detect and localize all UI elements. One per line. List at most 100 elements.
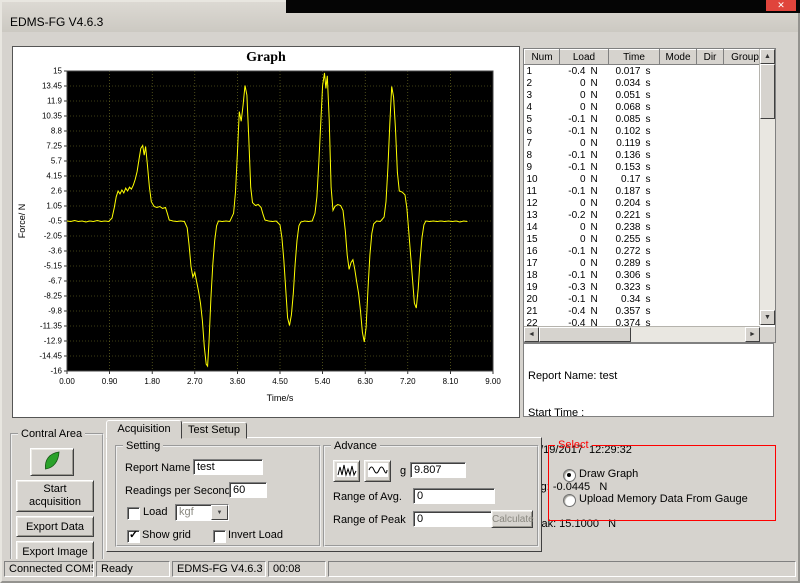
table-cell <box>697 137 724 149</box>
summary-start-time-label: Start Time : <box>528 407 769 420</box>
table-cell <box>660 281 697 293</box>
svg-text:3.60: 3.60 <box>230 377 246 386</box>
report-name-input[interactable] <box>193 459 263 475</box>
table-cell: 0.136s <box>609 149 660 161</box>
table-row[interactable]: 19-0.3N0.323s <box>525 281 767 293</box>
tab-test-setup[interactable]: Test Setup <box>181 422 247 439</box>
scroll-right-icon[interactable]: ► <box>745 327 760 342</box>
table-row[interactable]: 140N0.238s <box>525 221 767 233</box>
table-row[interactable]: 150N0.255s <box>525 233 767 245</box>
gauge-connect-button[interactable] <box>30 448 74 476</box>
peak-mode-button[interactable] <box>333 460 360 482</box>
table-cell: 19 <box>525 281 560 293</box>
table-cell <box>697 185 724 197</box>
statusbar: Connected COM5 Ready EDMS-FG V4.6.3 00:0… <box>2 559 798 579</box>
status-app: EDMS-FG V4.6.3 <box>172 561 266 577</box>
readings-input[interactable] <box>229 482 267 498</box>
table-cell: 0N <box>560 221 609 233</box>
vertical-scroll-thumb[interactable] <box>760 64 775 119</box>
invert-load-checkbox[interactable] <box>213 530 226 543</box>
table-row[interactable]: 8-0.1N0.136s <box>525 149 767 161</box>
start-acquisition-button[interactable]: Start acquisition <box>16 480 94 512</box>
table-cell: 12 <box>525 197 560 209</box>
data-table: NumLoadTimeModeDirGroup 1-0.4N0.017s20N0… <box>524 49 767 329</box>
table-row[interactable]: 1-0.4N0.017s <box>525 65 767 78</box>
table-row[interactable]: 16-0.1N0.272s <box>525 245 767 257</box>
upload-memory-radio[interactable] <box>563 494 576 507</box>
table-cell <box>697 173 724 185</box>
column-header-dir[interactable]: Dir <box>697 50 724 65</box>
column-header-time[interactable]: Time <box>609 50 660 65</box>
column-header-mode[interactable]: Mode <box>660 50 697 65</box>
scroll-down-icon[interactable]: ▼ <box>760 310 775 325</box>
table-cell: -0.4N <box>560 65 609 78</box>
range-avg-input[interactable] <box>413 488 495 504</box>
table-row[interactable]: 13-0.2N0.221s <box>525 209 767 221</box>
column-header-load[interactable]: Load <box>560 50 609 65</box>
horizontal-scrollbar[interactable]: ◄ ► <box>524 326 760 342</box>
table-row[interactable]: 5-0.1N0.085s <box>525 113 767 125</box>
table-row[interactable]: 30N0.051s <box>525 89 767 101</box>
table-cell: -0.1N <box>560 269 609 281</box>
load-checkbox[interactable] <box>127 507 140 520</box>
table-row[interactable]: 70N0.119s <box>525 137 767 149</box>
table-cell: -0.1N <box>560 293 609 305</box>
table-row[interactable]: 170N0.289s <box>525 257 767 269</box>
table-cell <box>697 221 724 233</box>
table-row[interactable]: 18-0.1N0.306s <box>525 269 767 281</box>
graph-panel: Graph 1513.4511.910.358.87.255.74.152.61… <box>12 46 520 418</box>
table-cell: -0.1N <box>560 149 609 161</box>
table-cell <box>697 161 724 173</box>
graph-title: Graph <box>13 50 519 66</box>
scroll-up-icon[interactable]: ▲ <box>760 49 775 64</box>
table-row[interactable]: 120N0.204s <box>525 197 767 209</box>
table-cell: 14 <box>525 221 560 233</box>
svg-text:-0.5: -0.5 <box>48 217 62 226</box>
table-cell <box>697 77 724 89</box>
table-cell: 0.34s <box>609 293 660 305</box>
range-peak-input[interactable] <box>413 511 495 527</box>
vertical-scrollbar[interactable]: ▲ ▼ <box>759 49 775 325</box>
table-row[interactable]: 20N0.034s <box>525 77 767 89</box>
table-cell: 0N <box>560 257 609 269</box>
table-cell: 17 <box>525 257 560 269</box>
control-area-group: Contral Area Start acquisition Export Da… <box>10 428 104 562</box>
g-input[interactable] <box>410 462 466 478</box>
table-cell: 0N <box>560 89 609 101</box>
horizontal-scroll-thumb[interactable] <box>539 327 631 342</box>
table-row[interactable]: 40N0.068s <box>525 101 767 113</box>
peaks-icon <box>337 463 357 477</box>
table-row[interactable]: 20-0.1N0.34s <box>525 293 767 305</box>
tab-acquisition[interactable]: Acquisition <box>106 420 182 439</box>
table-cell: 0.204s <box>609 197 660 209</box>
close-button[interactable]: ✕ <box>766 0 796 11</box>
svg-text:13.45: 13.45 <box>42 82 63 91</box>
svg-text:7.20: 7.20 <box>400 377 416 386</box>
table-row[interactable]: 11-0.1N0.187s <box>525 185 767 197</box>
wave-mode-button[interactable] <box>364 460 391 482</box>
status-connection: Connected COM5 <box>4 561 94 577</box>
table-cell <box>697 293 724 305</box>
table-cell <box>697 209 724 221</box>
draw-graph-radio[interactable] <box>563 469 576 482</box>
load-unit-dropdown[interactable]: kgf ▼ <box>175 504 229 521</box>
svg-text:Force/ N: Force/ N <box>17 204 27 239</box>
table-row[interactable]: 9-0.1N0.153s <box>525 161 767 173</box>
svg-text:-2.05: -2.05 <box>44 232 63 241</box>
show-grid-checkbox[interactable] <box>127 530 140 543</box>
table-cell: -0.1N <box>560 113 609 125</box>
column-header-num[interactable]: Num <box>525 50 560 65</box>
status-timer: 00:08 <box>268 561 326 577</box>
table-cell: 9 <box>525 161 560 173</box>
export-data-button[interactable]: Export Data <box>16 516 94 537</box>
table-cell <box>660 185 697 197</box>
dropdown-arrow-icon[interactable]: ▼ <box>211 505 228 520</box>
table-row[interactable]: 6-0.1N0.102s <box>525 125 767 137</box>
table-cell: 0N <box>560 101 609 113</box>
table-row[interactable]: 100N0.17s <box>525 173 767 185</box>
scroll-left-icon[interactable]: ◄ <box>524 327 539 342</box>
calculate-button[interactable]: Calculate <box>491 510 533 528</box>
svg-text:9.00: 9.00 <box>485 377 501 386</box>
table-cell: 0.085s <box>609 113 660 125</box>
table-row[interactable]: 21-0.4N0.357s <box>525 305 767 317</box>
